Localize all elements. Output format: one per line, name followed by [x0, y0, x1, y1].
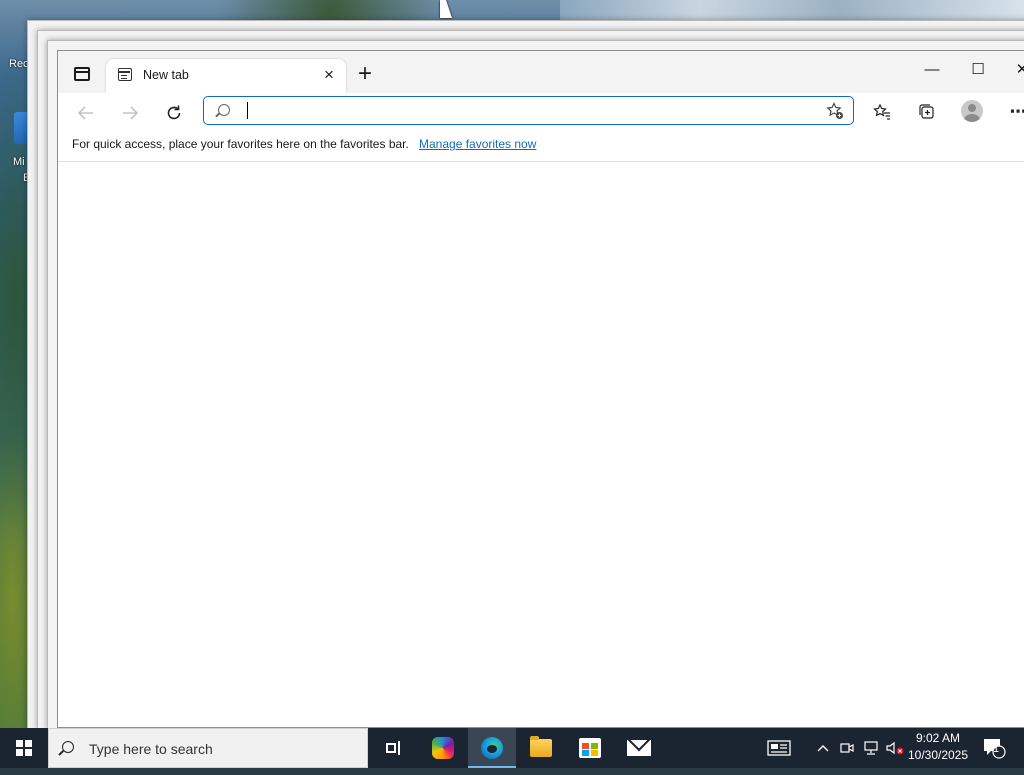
tab-actions-icon[interactable]	[74, 67, 90, 81]
notification-center-button[interactable]: 1	[978, 728, 1010, 768]
desktop-icon-label: Mi	[13, 156, 25, 168]
windows-logo-icon	[16, 740, 32, 756]
notification-count: 1	[993, 743, 1000, 755]
search-icon	[218, 104, 230, 116]
mouse-cursor-icon	[440, 0, 452, 18]
profile-avatar[interactable]	[961, 100, 983, 122]
clock-date: 10/30/2025	[907, 748, 969, 762]
edge-icon	[481, 737, 503, 759]
back-button[interactable]	[72, 99, 100, 127]
clock[interactable]: 9:02 AM 10/30/2025	[904, 730, 972, 764]
refresh-icon	[167, 105, 181, 120]
text-caret	[247, 102, 248, 119]
search-placeholder: Type here to search	[89, 741, 213, 757]
arrow-left-icon	[77, 106, 93, 120]
settings-and-more-button[interactable]: ⋯	[1004, 99, 1024, 125]
tab-close-button[interactable]: ×	[320, 66, 338, 84]
new-tab-button[interactable]: +	[354, 62, 376, 86]
favorites-bar: For quick access, place your favorites h…	[58, 131, 1024, 162]
manage-favorites-link[interactable]: Manage favorites now	[419, 137, 536, 151]
arrow-right-icon	[123, 106, 139, 120]
collections-button[interactable]	[913, 99, 941, 125]
volume-button[interactable]	[884, 728, 906, 768]
edge-taskbar-button[interactable]	[468, 728, 516, 768]
clock-time: 9:02 AM	[915, 731, 961, 745]
copilot-button[interactable]	[419, 728, 467, 768]
page-content[interactable]	[58, 162, 1024, 727]
collections-icon	[919, 104, 934, 119]
file-explorer-button[interactable]	[517, 728, 565, 768]
start-button[interactable]	[0, 728, 48, 768]
tab-new-tab[interactable]: New tab ×	[106, 59, 346, 93]
network-button[interactable]	[860, 728, 882, 768]
new-tab-page-icon	[118, 68, 132, 81]
favorites-bar-message: For quick access, place your favorites h…	[72, 137, 409, 151]
store-icon	[579, 738, 601, 758]
refresh-button[interactable]	[160, 99, 188, 127]
camera-icon	[840, 743, 854, 753]
taskbar-search-box[interactable]: Type here to search	[48, 728, 368, 768]
add-to-favorites-button[interactable]	[824, 100, 846, 122]
microsoft-store-button[interactable]	[566, 728, 614, 768]
task-view-icon	[383, 741, 401, 755]
volume-muted-icon	[886, 741, 904, 755]
minimize-button[interactable]: —	[912, 57, 952, 83]
search-icon	[62, 741, 74, 753]
news-widget-button[interactable]	[764, 728, 794, 768]
browser-window: New tab × + — ☐ ✕ ⋯ For quick access, pl…	[57, 50, 1024, 728]
maximize-button[interactable]: ☐	[958, 57, 998, 83]
taskbar: Type here to search 9:02 AM 10/30/2025 1	[0, 728, 1024, 768]
mail-button[interactable]	[615, 728, 663, 768]
title-bar: New tab × + — ☐ ✕	[58, 51, 1024, 93]
network-icon	[864, 741, 878, 755]
favorites-button[interactable]	[868, 99, 896, 125]
address-bar[interactable]	[203, 96, 854, 125]
news-icon	[767, 740, 791, 756]
copilot-icon	[432, 737, 454, 759]
close-window-button[interactable]: ✕	[1002, 57, 1024, 83]
tab-title: New tab	[143, 68, 189, 82]
meet-now-button[interactable]	[837, 728, 857, 768]
address-input[interactable]	[244, 100, 804, 121]
task-view-button[interactable]	[368, 728, 416, 768]
chevron-up-icon	[817, 745, 829, 752]
wallpaper-sea	[560, 0, 1024, 22]
mail-icon	[627, 740, 651, 756]
favorites-icon	[873, 103, 890, 120]
folder-icon	[530, 736, 552, 757]
star-add-icon	[826, 102, 843, 119]
desktop-icon-label: Rec	[9, 58, 29, 70]
forward-button[interactable]	[116, 99, 144, 127]
show-hidden-icons-button[interactable]	[812, 728, 834, 768]
